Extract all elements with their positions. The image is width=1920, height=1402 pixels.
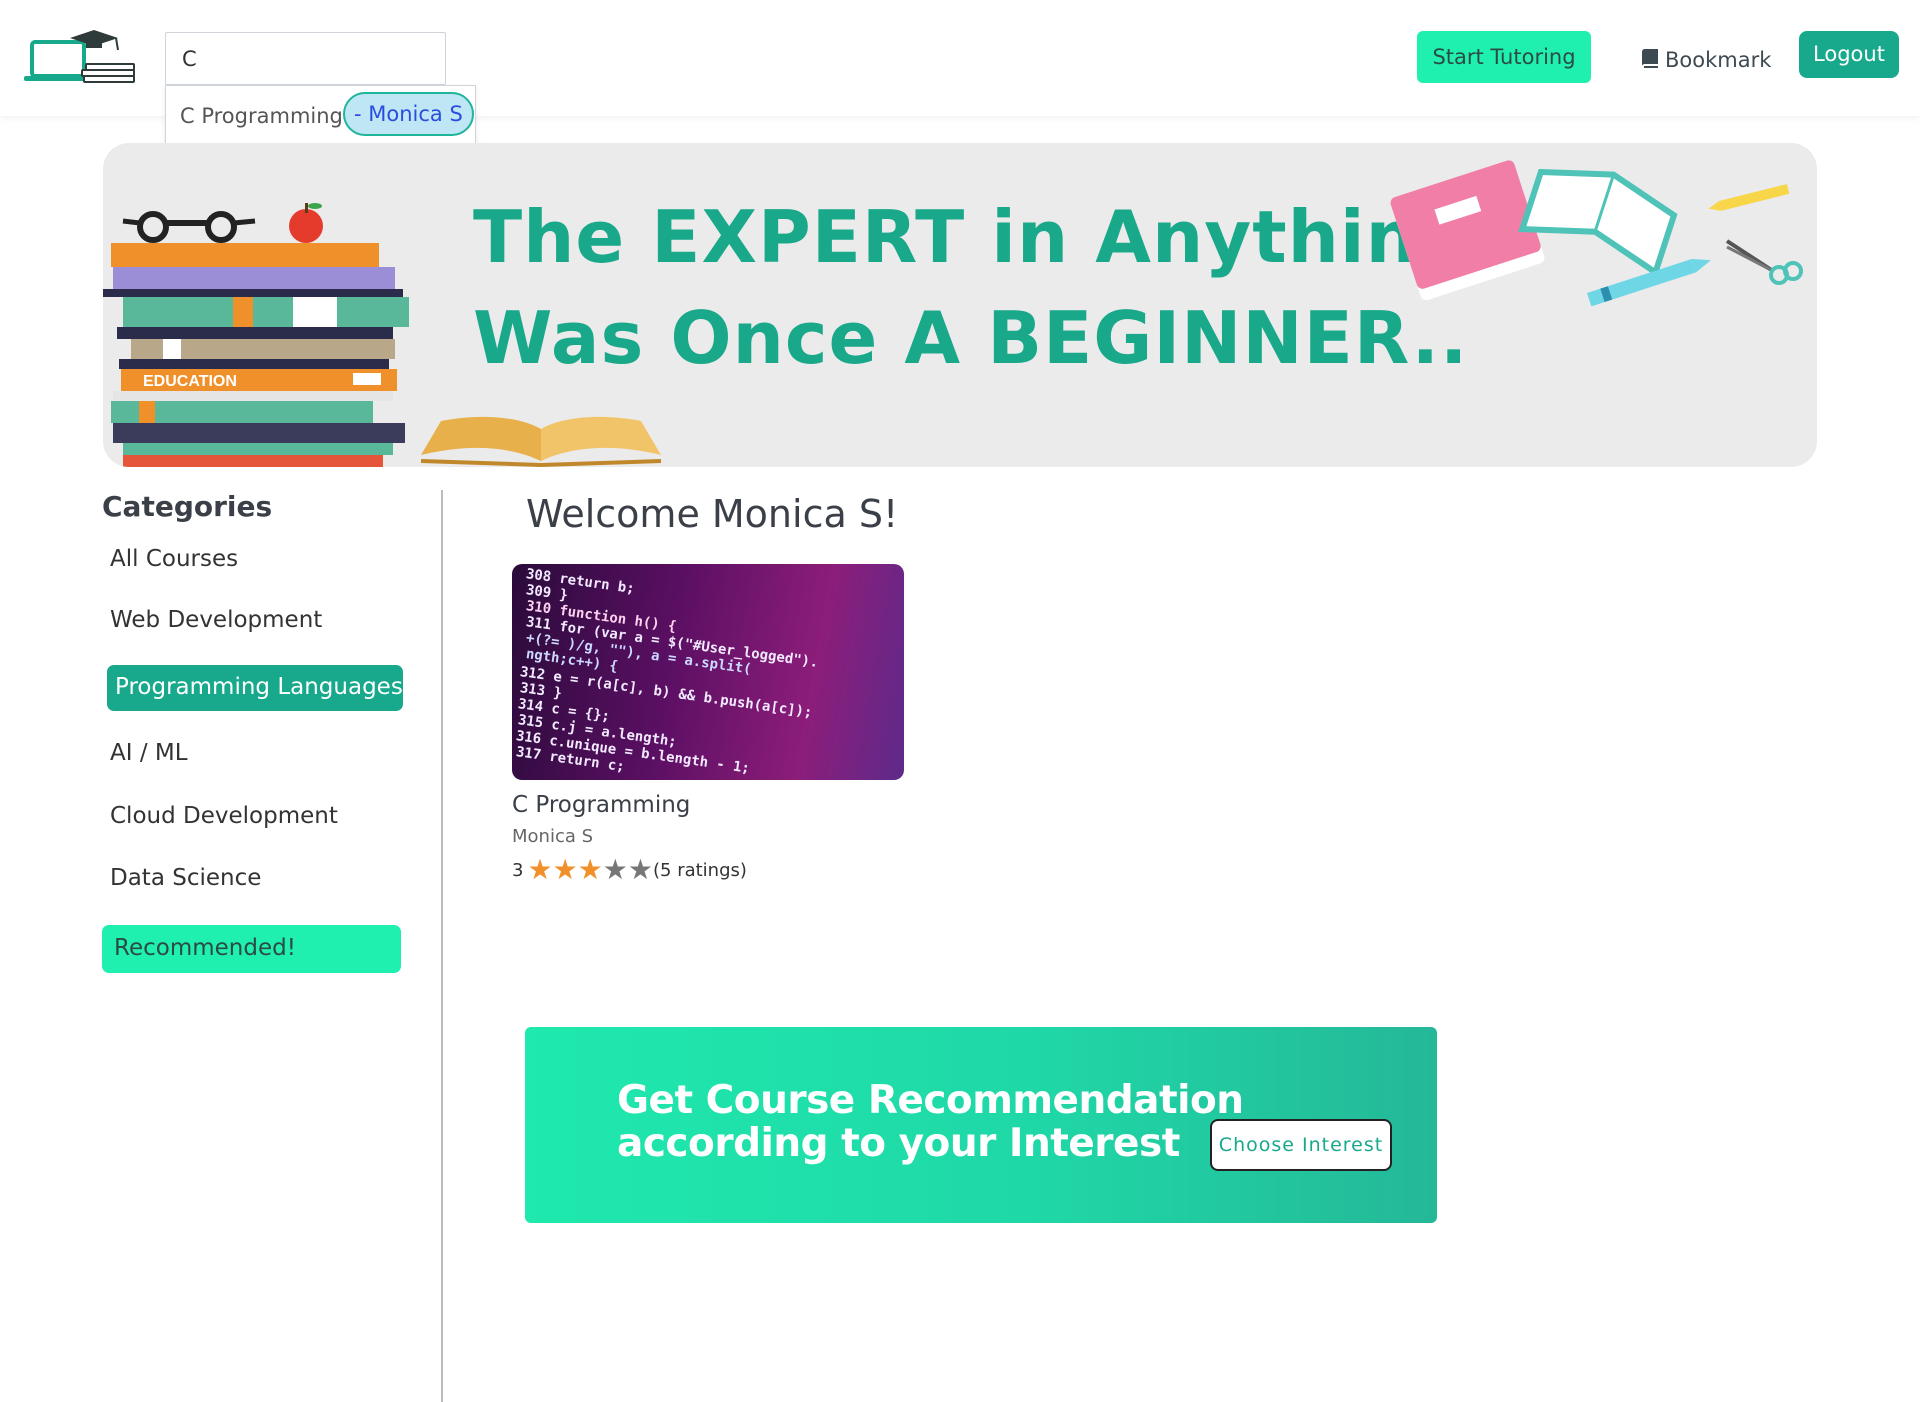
choose-interest-button[interactable]: Choose Interest xyxy=(1210,1119,1392,1171)
books-stack-illustration: EDUCATION xyxy=(103,203,409,467)
sidebar-divider xyxy=(441,490,443,1402)
course-rating: 3 ★ ★ ★ ★ ★ (5 ratings) xyxy=(512,856,747,884)
search-input[interactable]: C xyxy=(165,32,446,85)
sidebar-item-web-development[interactable]: Web Development xyxy=(110,607,322,633)
banner-headline-line2: Was Once A BEGINNER.. xyxy=(473,296,1469,380)
site-logo[interactable] xyxy=(22,30,142,90)
education-book-label: EDUCATION xyxy=(143,373,237,390)
welcome-heading: Welcome Monica S! xyxy=(526,492,899,536)
recommendation-banner: Get Course Recommendation according to y… xyxy=(525,1027,1437,1223)
star-filled-icon: ★ xyxy=(552,853,578,886)
star-empty-icon: ★ xyxy=(627,853,653,886)
sidebar-item-programming-languages[interactable]: Programming Languages xyxy=(107,665,403,711)
recommended-button[interactable]: Recommended! xyxy=(102,925,401,973)
ratings-count: (5 ratings) xyxy=(653,859,747,881)
bookmark-link[interactable]: Bookmark xyxy=(1641,45,1771,75)
open-book-illustration xyxy=(420,416,662,467)
rating-value: 3 xyxy=(512,859,524,881)
star-empty-icon: ★ xyxy=(602,853,628,886)
suggestion-author-chip[interactable]: - Monica S xyxy=(343,92,474,136)
course-author: Monica S xyxy=(512,826,594,847)
logout-button[interactable]: Logout xyxy=(1799,31,1899,78)
stationery-illustration xyxy=(1390,160,1803,307)
rating-stars: ★ ★ ★ ★ ★ xyxy=(527,856,653,884)
categories-title: Categories xyxy=(102,490,273,523)
top-navbar: C C Programming - Monica S Start Tutorin… xyxy=(0,0,1920,160)
start-tutoring-button[interactable]: Start Tutoring xyxy=(1417,31,1591,83)
star-filled-icon: ★ xyxy=(527,853,553,886)
hero-banner: EDUCATION The EXPERT in Anything Was Onc… xyxy=(103,143,1817,467)
recommendation-text: Get Course Recommendation according to y… xyxy=(617,1079,1244,1165)
star-filled-icon: ★ xyxy=(577,853,603,886)
course-thumbnail[interactable]: 308 return b; 309 } 310 function h() { 3… xyxy=(512,564,904,780)
book-icon xyxy=(1641,48,1659,73)
suggestion-course[interactable]: C Programming xyxy=(180,104,343,128)
course-card[interactable]: 308 return b; 309 } 310 function h() { 3… xyxy=(512,564,904,894)
sidebar-item-ai-ml[interactable]: AI / ML xyxy=(110,740,188,766)
bookmark-label: Bookmark xyxy=(1665,48,1772,72)
sidebar-item-all-courses[interactable]: All Courses xyxy=(110,546,238,572)
recommendation-line2: according to your Interest xyxy=(617,1121,1180,1166)
banner-headline-line1: The EXPERT in Anything xyxy=(473,195,1471,279)
sidebar-item-cloud-development[interactable]: Cloud Development xyxy=(110,803,338,829)
sidebar-item-data-science[interactable]: Data Science xyxy=(110,865,261,891)
course-title[interactable]: C Programming xyxy=(512,792,690,818)
recommendation-line1: Get Course Recommendation xyxy=(617,1078,1244,1123)
